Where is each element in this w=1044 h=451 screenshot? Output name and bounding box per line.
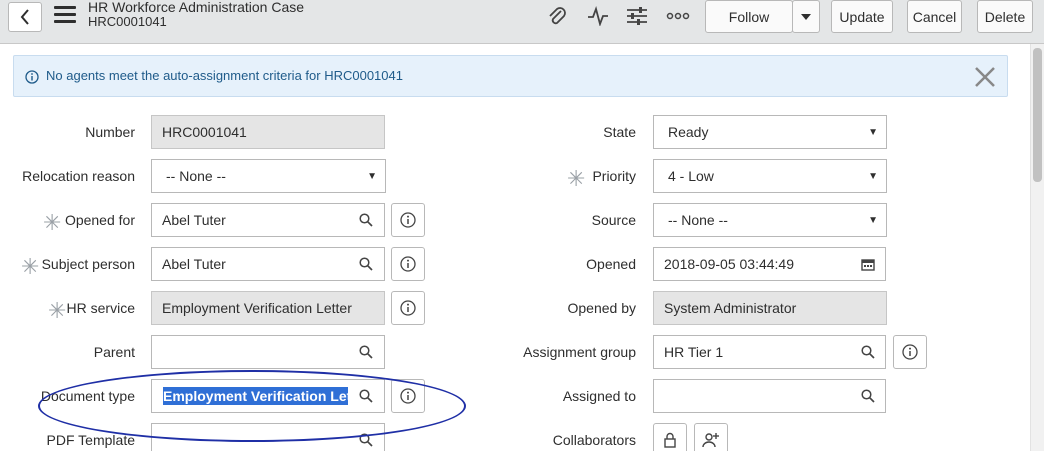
source-label: Source xyxy=(591,212,636,228)
mandatory-icon: ✳ xyxy=(48,298,67,323)
assignment-group-info-button[interactable] xyxy=(893,335,927,369)
opened-for-label: Opened for xyxy=(64,212,135,228)
collaborators-lock-button[interactable] xyxy=(653,423,687,451)
chevron-left-icon xyxy=(20,9,29,25)
state-select[interactable]: Ready ▼ xyxy=(653,115,887,149)
opened-for-info-button[interactable] xyxy=(391,203,425,237)
opened-for-lookup-button[interactable] xyxy=(348,203,385,237)
banner-message: No agents meet the auto-assignment crite… xyxy=(46,68,403,83)
priority-label: Priority xyxy=(592,168,636,184)
mandatory-icon: ✳ xyxy=(21,254,40,279)
caret-down-icon: ▼ xyxy=(868,127,878,138)
record-number: HRC0001041 xyxy=(88,14,167,29)
opened-by-field: System Administrator xyxy=(653,291,887,325)
page-title: HR Workforce Administration Case xyxy=(88,0,305,15)
info-icon xyxy=(902,344,918,360)
hr-service-info-button[interactable] xyxy=(391,291,425,325)
update-button[interactable]: Update xyxy=(831,0,893,33)
source-select[interactable]: -- None -- ▼ xyxy=(653,203,887,237)
mandatory-icon: ✳ xyxy=(43,210,62,235)
assignment-group-lookup-button[interactable] xyxy=(851,335,886,369)
priority-value: 4 - Low xyxy=(668,168,714,184)
more-icon[interactable] xyxy=(665,4,691,28)
hr-service-field: Employment Verification Letter xyxy=(151,291,385,325)
vertical-scrollbar[interactable] xyxy=(1030,44,1044,451)
hr-service-label: HR service xyxy=(66,300,135,316)
subject-person-label: Subject person xyxy=(41,256,135,272)
assigned-to-input[interactable] xyxy=(653,379,852,413)
number-label: Number xyxy=(85,124,135,140)
source-value: -- None -- xyxy=(668,212,728,228)
assignment-group-input[interactable]: HR Tier 1 xyxy=(653,335,852,369)
info-icon xyxy=(400,212,416,228)
settings-sliders-icon[interactable] xyxy=(624,4,650,28)
follow-button[interactable]: Follow xyxy=(705,0,793,33)
hamburger-menu-icon[interactable] xyxy=(54,6,76,26)
info-icon xyxy=(400,300,416,316)
subject-person-info-button[interactable] xyxy=(391,247,425,281)
search-icon xyxy=(359,213,373,227)
search-icon xyxy=(359,345,373,359)
caret-down-icon: ▼ xyxy=(868,215,878,226)
scrollbar-thumb[interactable] xyxy=(1033,48,1042,182)
back-button[interactable] xyxy=(8,2,42,32)
opened-by-label: Opened by xyxy=(567,300,637,316)
caret-down-icon: ▼ xyxy=(868,171,878,182)
delete-button[interactable]: Delete xyxy=(977,0,1033,33)
mandatory-icon: ✳ xyxy=(567,166,586,191)
add-collaborator-button[interactable] xyxy=(694,423,728,451)
caret-down-icon xyxy=(801,13,811,20)
close-icon[interactable] xyxy=(974,67,996,87)
follow-dropdown-button[interactable] xyxy=(792,0,820,33)
number-field: HRC0001041 xyxy=(151,115,385,149)
subject-person-input[interactable]: Abel Tuter xyxy=(151,247,349,281)
info-icon xyxy=(25,70,39,84)
lock-icon xyxy=(664,432,676,448)
relocation-reason-select[interactable]: -- None -- ▼ xyxy=(151,159,386,193)
collaborators-label: Collaborators xyxy=(552,432,636,448)
hand-drawn-annotation-ellipse xyxy=(38,370,466,442)
opened-label: Opened xyxy=(586,256,636,272)
caret-down-icon: ▼ xyxy=(367,171,377,182)
form-header: HR Workforce Administration Case HRC0001… xyxy=(0,0,1044,44)
calendar-button[interactable] xyxy=(851,247,886,281)
search-icon xyxy=(861,345,875,359)
info-icon xyxy=(400,256,416,272)
cancel-button[interactable]: Cancel xyxy=(907,0,962,33)
opened-datetime-input[interactable]: 2018-09-05 03:44:49 xyxy=(653,247,852,281)
priority-select[interactable]: 4 - Low ▼ xyxy=(653,159,887,193)
activity-icon[interactable] xyxy=(585,4,611,28)
relocation-reason-label: Relocation reason xyxy=(22,168,135,184)
parent-input[interactable] xyxy=(151,335,349,369)
relocation-reason-value: -- None -- xyxy=(166,168,226,184)
subject-person-lookup-button[interactable] xyxy=(348,247,385,281)
add-user-icon xyxy=(702,433,719,448)
assigned-to-label: Assigned to xyxy=(562,388,636,404)
paperclip-icon[interactable] xyxy=(544,4,570,28)
parent-lookup-button[interactable] xyxy=(348,335,385,369)
parent-label: Parent xyxy=(93,344,135,360)
calendar-icon xyxy=(861,258,875,271)
search-icon xyxy=(861,389,875,403)
search-icon xyxy=(359,257,373,271)
info-banner: No agents meet the auto-assignment crite… xyxy=(13,55,1008,97)
state-value: Ready xyxy=(668,124,709,140)
state-label: State xyxy=(603,124,636,140)
assignment-group-label: Assignment group xyxy=(523,344,636,360)
assigned-to-lookup-button[interactable] xyxy=(851,379,886,413)
opened-for-input[interactable]: Abel Tuter xyxy=(151,203,349,237)
